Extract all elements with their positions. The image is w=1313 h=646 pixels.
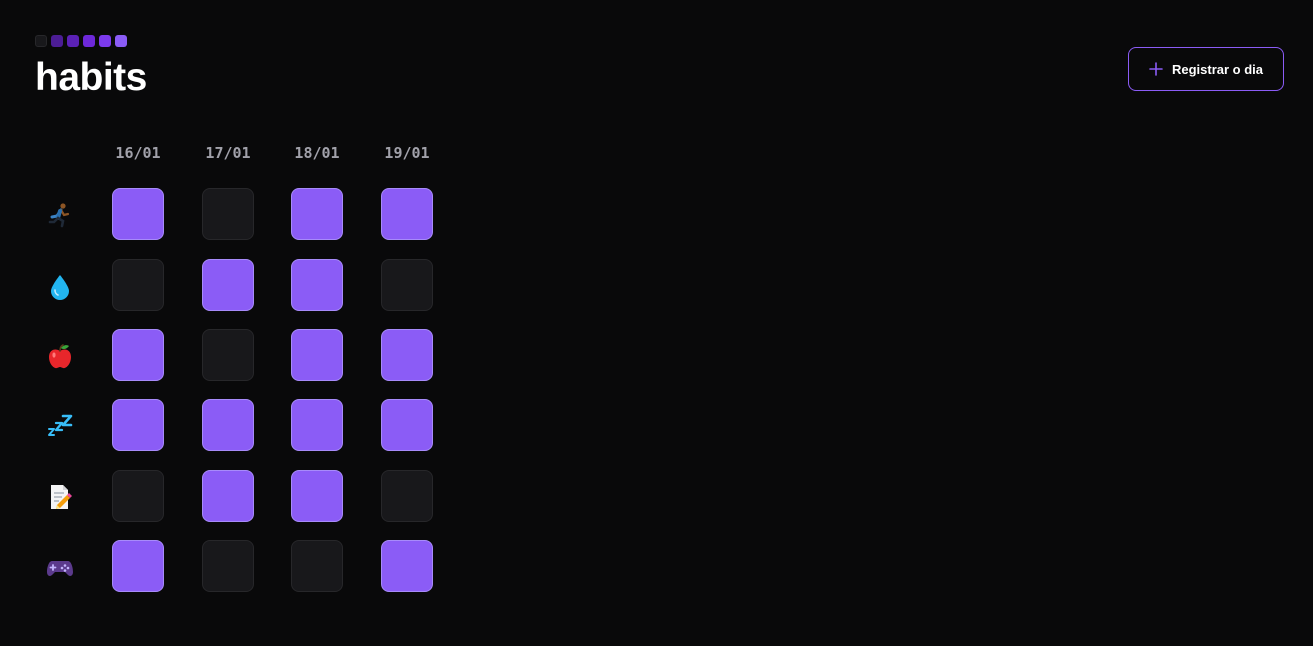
habit-cell-completed[interactable] bbox=[202, 259, 254, 311]
running-person-icon bbox=[46, 201, 74, 229]
app-title: habits bbox=[35, 56, 147, 99]
habit-cell-completed[interactable] bbox=[112, 399, 164, 451]
habit-row bbox=[36, 329, 436, 381]
habit-cell-empty[interactable] bbox=[112, 259, 164, 311]
plus-icon bbox=[1149, 62, 1163, 76]
logo-square bbox=[35, 35, 47, 47]
habit-cell-empty[interactable] bbox=[291, 540, 343, 592]
register-day-label: Registrar o dia bbox=[1171, 61, 1264, 77]
habit-cell-completed[interactable] bbox=[291, 470, 343, 522]
habit-row bbox=[36, 259, 436, 311]
date-header: 17/01 bbox=[205, 144, 251, 162]
habit-cell-empty[interactable] bbox=[381, 259, 433, 311]
habit-cell-completed[interactable] bbox=[381, 399, 433, 451]
habit-cell-completed[interactable] bbox=[112, 329, 164, 381]
game-controller-icon bbox=[46, 553, 74, 581]
habit-cell-completed[interactable] bbox=[112, 540, 164, 592]
date-header: 18/01 bbox=[294, 144, 340, 162]
habit-cell-empty[interactable] bbox=[202, 329, 254, 381]
habit-cell-completed[interactable] bbox=[202, 399, 254, 451]
logo bbox=[35, 35, 127, 47]
logo-square bbox=[67, 35, 79, 47]
habit-row bbox=[36, 540, 436, 592]
habit-cell-completed[interactable] bbox=[291, 188, 343, 240]
logo-square bbox=[99, 35, 111, 47]
habit-cell-completed[interactable] bbox=[202, 470, 254, 522]
logo-square bbox=[51, 35, 63, 47]
habit-cell-completed[interactable] bbox=[112, 188, 164, 240]
habit-cell-completed[interactable] bbox=[291, 259, 343, 311]
date-header: 16/01 bbox=[115, 144, 161, 162]
habit-row bbox=[36, 470, 436, 522]
habit-cell-empty[interactable] bbox=[112, 470, 164, 522]
habit-cell-empty[interactable] bbox=[202, 540, 254, 592]
page: habits Registrar o dia 16/01 17/01 18/01 19… bbox=[0, 0, 1313, 646]
logo-square bbox=[83, 35, 95, 47]
apple-icon bbox=[46, 342, 74, 370]
habit-cell-completed[interactable] bbox=[381, 329, 433, 381]
habit-cell-completed[interactable] bbox=[381, 540, 433, 592]
date-header: 19/01 bbox=[384, 144, 430, 162]
memo-pencil-icon bbox=[46, 483, 74, 511]
logo-square bbox=[115, 35, 127, 47]
water-drop-icon bbox=[46, 272, 74, 300]
habit-row bbox=[36, 399, 436, 451]
habit-cell-completed[interactable] bbox=[291, 329, 343, 381]
habit-cell-completed[interactable] bbox=[381, 188, 433, 240]
register-day-button[interactable]: Registrar o dia bbox=[1128, 47, 1284, 91]
habit-row bbox=[36, 188, 436, 240]
habit-cell-empty[interactable] bbox=[202, 188, 254, 240]
habit-cell-empty[interactable] bbox=[381, 470, 433, 522]
sleep-zzz-icon bbox=[46, 412, 74, 440]
habit-cell-completed[interactable] bbox=[291, 399, 343, 451]
